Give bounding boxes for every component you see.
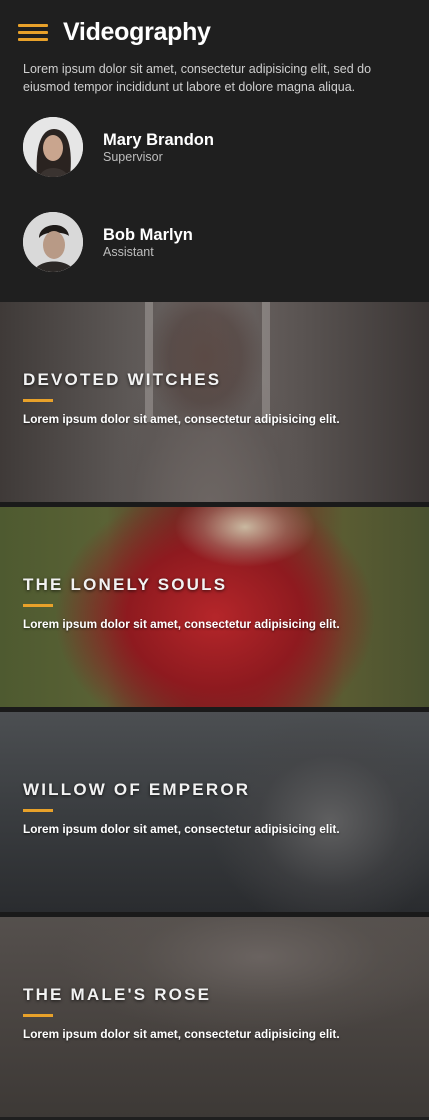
header: Videography Lorem ipsum dolor sit amet, … [0,0,429,302]
member-name: Bob Marlyn [103,225,193,244]
team-member[interactable]: Bob Marlyn Assistant [23,212,193,272]
accent-bar [23,399,53,402]
card-background-image [0,712,429,912]
card-title: THE LONELY SOULS [23,575,228,594]
member-name: Mary Brandon [103,130,214,149]
accent-bar [23,809,53,812]
card-text: Lorem ipsum dolor sit amet, consectetur … [23,822,340,836]
video-card[interactable]: DEVOTED WITCHES Lorem ipsum dolor sit am… [0,302,429,502]
video-card[interactable]: THE MALE'S ROSE Lorem ipsum dolor sit am… [0,917,429,1117]
card-text: Lorem ipsum dolor sit amet, consectetur … [23,617,340,631]
card-background-image [0,302,429,502]
card-title: THE MALE'S ROSE [23,985,212,1004]
avatar [23,117,83,177]
card-text: Lorem ipsum dolor sit amet, consectetur … [23,1027,340,1041]
page-title: Videography [63,18,211,46]
avatar [23,212,83,272]
intro-text: Lorem ipsum dolor sit amet, consectetur … [23,62,372,94]
member-role: Supervisor [103,149,163,164]
team-member[interactable]: Mary Brandon Supervisor [23,117,214,177]
card-text: Lorem ipsum dolor sit amet, consectetur … [23,412,340,426]
card-title: DEVOTED WITCHES [23,370,222,389]
card-background-image [0,917,429,1117]
menu-icon[interactable] [18,23,48,43]
video-card[interactable]: THE LONELY SOULS Lorem ipsum dolor sit a… [0,507,429,707]
top-bar: Videography [18,18,211,47]
card-background-image [0,507,429,707]
accent-bar [23,1014,53,1017]
video-card[interactable]: WILLOW OF EMPEROR Lorem ipsum dolor sit … [0,712,429,912]
accent-bar [23,604,53,607]
member-role: Assistant [103,244,154,259]
card-title: WILLOW OF EMPEROR [23,780,251,799]
